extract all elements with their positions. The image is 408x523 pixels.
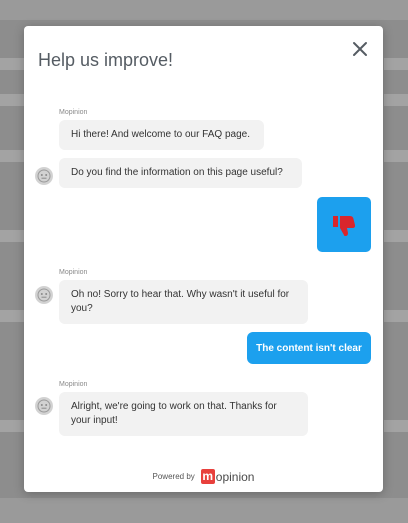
mopinion-logo-mark: m (200, 469, 215, 484)
sender-name: Mopinion (59, 109, 88, 116)
bot-avatar (35, 286, 53, 304)
mopinion-logo-text: opinion (215, 469, 255, 484)
bot-avatar (35, 167, 53, 185)
bot-face-icon (35, 167, 53, 185)
modal-title: Help us improve! (38, 50, 174, 70)
bg-header (0, 0, 408, 20)
thumbs-down-icon (333, 215, 356, 236)
bg-line (0, 310, 24, 322)
bg-line (0, 230, 24, 242)
bg-line (0, 420, 24, 432)
close-button[interactable] (351, 40, 369, 58)
bot-message-question: Do you find the information on this page… (59, 158, 302, 188)
powered-by-text: Powered by (152, 472, 195, 481)
bg-line (384, 420, 408, 432)
feedback-modal: Help us improve! Mopinion Hi there! And … (24, 26, 383, 492)
powered-by: Powered by m opinion (24, 469, 383, 484)
bot-face-icon (35, 397, 53, 415)
bot-message-greeting: Hi there! And welcome to our FAQ page. (59, 120, 264, 150)
mopinion-logo[interactable]: m opinion (200, 469, 255, 484)
close-icon (353, 42, 367, 56)
bg-line (0, 94, 24, 106)
bg-line (384, 310, 408, 322)
bg-line (0, 58, 24, 70)
bot-face-icon (35, 286, 53, 304)
user-message-reply: The content isn't clear (247, 332, 371, 364)
bg-footer (0, 498, 408, 523)
bg-line (384, 230, 408, 242)
bg-line (0, 150, 24, 162)
bg-line (384, 58, 408, 70)
bg-line (384, 94, 408, 106)
bot-message-followup: Oh no! Sorry to hear that. Why wasn't it… (59, 280, 308, 324)
sender-name: Mopinion (59, 269, 88, 276)
bot-message-closing: Alright, we're going to work on that. Th… (59, 392, 308, 436)
thumbs-down-reply (317, 197, 371, 252)
bot-avatar (35, 397, 53, 415)
bg-line (384, 150, 408, 162)
sender-name: Mopinion (59, 381, 88, 388)
